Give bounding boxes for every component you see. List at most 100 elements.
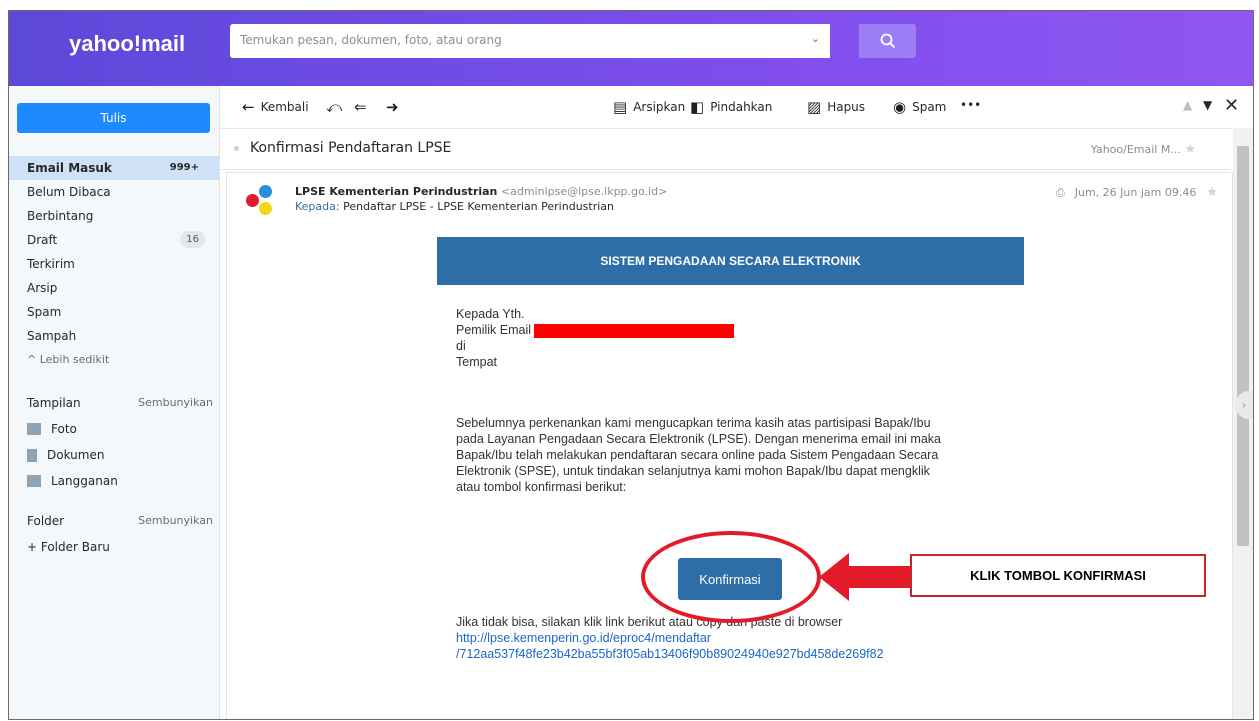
views-hide-link[interactable]: Sembunyikan [138,390,213,416]
document-icon [27,448,37,462]
sidebar-item-label: Berbintang [27,209,94,223]
view-subscriptions[interactable]: Langganan [9,468,219,494]
close-button[interactable]: ✕ [1224,95,1239,116]
greeting-line: di [456,339,466,353]
avatar-red-dot [246,194,259,207]
more-button[interactable]: ••• [960,98,981,112]
star-icon[interactable]: ★ [1206,185,1218,200]
confirm-link[interactable]: http://lpse.kemenperin.go.id/eproc4/mend… [456,630,884,646]
draft-count-badge: 16 [180,231,205,248]
view-label: Dokumen [47,448,105,462]
sidebar-item-label: Belum Dibaca [27,185,111,199]
search-input[interactable] [238,32,802,48]
views-title: Tampilan [27,396,81,410]
move-label: Pindahkan [710,100,773,114]
to-label: Kepada: [295,200,340,213]
sidebar-item-label: Spam [27,305,62,319]
top-bar: yahoo!mail ⌄ [9,11,1253,86]
sidebar-item-inbox[interactable]: Email Masuk 999+ [9,156,219,180]
callout-box: KLIK TOMBOL KONFIRMASI [910,554,1206,597]
message-date: ⎙ Jum, 26 Jun jam 09.46 ★ [1056,185,1218,200]
chevron-up-icon: ▲ [1183,98,1193,112]
search-icon [880,33,895,49]
sender-name: LPSE Kementerian Perindustrian [295,185,498,198]
show-less-link[interactable]: ^ Lebih sedikit [9,348,219,372]
avatar-yellow-dot [259,202,272,215]
greeting-text: Pemilik Email [456,323,532,337]
scroll-thumb[interactable] [1237,146,1249,546]
message-subject: Konfirmasi Pendaftaran LPSE [250,140,452,156]
folders-section-header: Folder Sembunyikan [9,508,219,534]
previous-message-button[interactable]: ▲ [1183,98,1192,112]
delete-button[interactable]: ▨ Hapus [807,98,865,116]
chevron-down-icon[interactable]: ⌄ [811,32,820,45]
subscription-icon [27,475,41,487]
greeting-line: Pemilik Email [456,322,735,338]
sender-line[interactable]: LPSE Kementerian Perindustrian <adminlps… [295,185,667,198]
body-paragraph: Sebelumnya perkenankan kami mengucapkan … [456,415,941,495]
reply-button[interactable]: ⤺ [326,98,342,116]
subject-row: Konfirmasi Pendaftaran LPSE Yahoo/Email … [220,129,1230,170]
message-toolbar: ← Kembali ⤺ ⇐ ➜ ▤ Arsipkan ◧ Pindahkan ▨ Hap… [220,86,1253,129]
paragraph-line: Sebelumnya perkenankan kami mengucapkan … [456,416,931,430]
new-folder-link[interactable]: + Folder Baru [9,534,219,560]
search-box[interactable]: ⌄ [230,24,830,58]
delete-label: Hapus [827,100,866,114]
paragraph-line: atau tombol konfirmasi berikut: [456,480,627,494]
view-label: Foto [51,422,77,436]
redaction-bar [534,323,735,338]
message-card: LPSE Kementerian Perindustrian <adminlps… [226,172,1233,719]
greeting-line: Tempat [456,355,497,369]
view-documents[interactable]: Dokumen [9,442,219,468]
folder-label[interactable]: Yahoo/Email M... ★ [1091,142,1196,157]
avatar-blue-dot [259,185,272,198]
close-icon: ✕ [1224,95,1240,116]
spam-button[interactable]: ◉ Spam [893,98,946,116]
sidebar-item-label: Email Masuk [27,161,112,175]
next-message-button[interactable]: ▼ [1203,98,1212,112]
sidebar-item-sent[interactable]: Terkirim [9,252,219,276]
star-icon[interactable]: ★ [1184,142,1196,157]
yahoo-mail-logo[interactable]: yahoo!mail [69,31,185,57]
paragraph-line: pada Layanan Pengadaan Secara Elektronik… [456,432,942,446]
to-value: Pendaftar LPSE - LPSE Kementerian Perind… [343,200,615,213]
sender-avatar [245,185,275,215]
scrollbar[interactable] [1233,128,1253,719]
sidebar-item-starred[interactable]: Berbintang [9,204,219,228]
trash-icon: ▨ [807,98,822,116]
chevron-down-icon: ▼ [1203,98,1213,112]
confirm-link-cont[interactable]: /712aa537f48fe23b42ba55bf3f05ab13406f90b… [456,646,884,662]
archive-label: Arsipkan [633,100,686,114]
folder-nav: Email Masuk 999+ Belum Dibaca Berbintang … [9,156,219,560]
folders-title: Folder [27,514,65,528]
unread-count: 999+ [169,162,199,173]
sidebar-item-label: Sampah [27,329,77,343]
fallback-text: Jika tidak bisa, silakan klik link berik… [456,615,843,629]
folders-hide-link[interactable]: Sembunyikan [138,508,213,534]
sidebar-item-trash[interactable]: Sampah [9,324,219,348]
sidebar-item-archive[interactable]: Arsip [9,276,219,300]
paragraph-line: Bapak/Ibu telah melakukan pendaftaran se… [456,448,939,462]
move-button[interactable]: ◧ Pindahkan [690,98,772,116]
arrow-left-icon [819,553,911,601]
search-button[interactable] [859,24,916,58]
sidebar-item-label: Terkirim [27,257,75,271]
back-button[interactable]: ← Kembali [242,98,309,116]
view-photos[interactable]: Foto [9,416,219,442]
sidebar: Tulis Email Masuk 999+ Belum Dibaca Berbi… [9,86,220,719]
reply-all-icon: ⇐ [354,98,367,116]
email-banner: SISTEM PENGADAAN SECARA ELEKTRONIK [437,237,1024,285]
print-icon[interactable]: ⎙ [1056,186,1065,200]
sidebar-item-drafts[interactable]: Draft 16 [9,228,219,252]
sidebar-item-spam[interactable]: Spam [9,300,219,324]
sender-email: <adminlpse@lpse.lkpp.go.id> [500,185,668,198]
reply-all-button[interactable]: ⇐ [354,98,367,116]
forward-button[interactable]: ➜ [386,98,399,116]
paragraph-line: Elektronik (SPSE), untuk tindakan selanj… [456,464,930,478]
recipient-line: Kepada: Pendaftar LPSE - LPSE Kementeria… [295,200,614,213]
archive-button[interactable]: ▤ Arsipkan [613,98,685,116]
sidebar-item-unread[interactable]: Belum Dibaca [9,180,219,204]
folder-name: Yahoo/Email M... [1090,143,1181,156]
spam-label: Spam [912,100,947,114]
compose-button[interactable]: Tulis [17,103,210,133]
